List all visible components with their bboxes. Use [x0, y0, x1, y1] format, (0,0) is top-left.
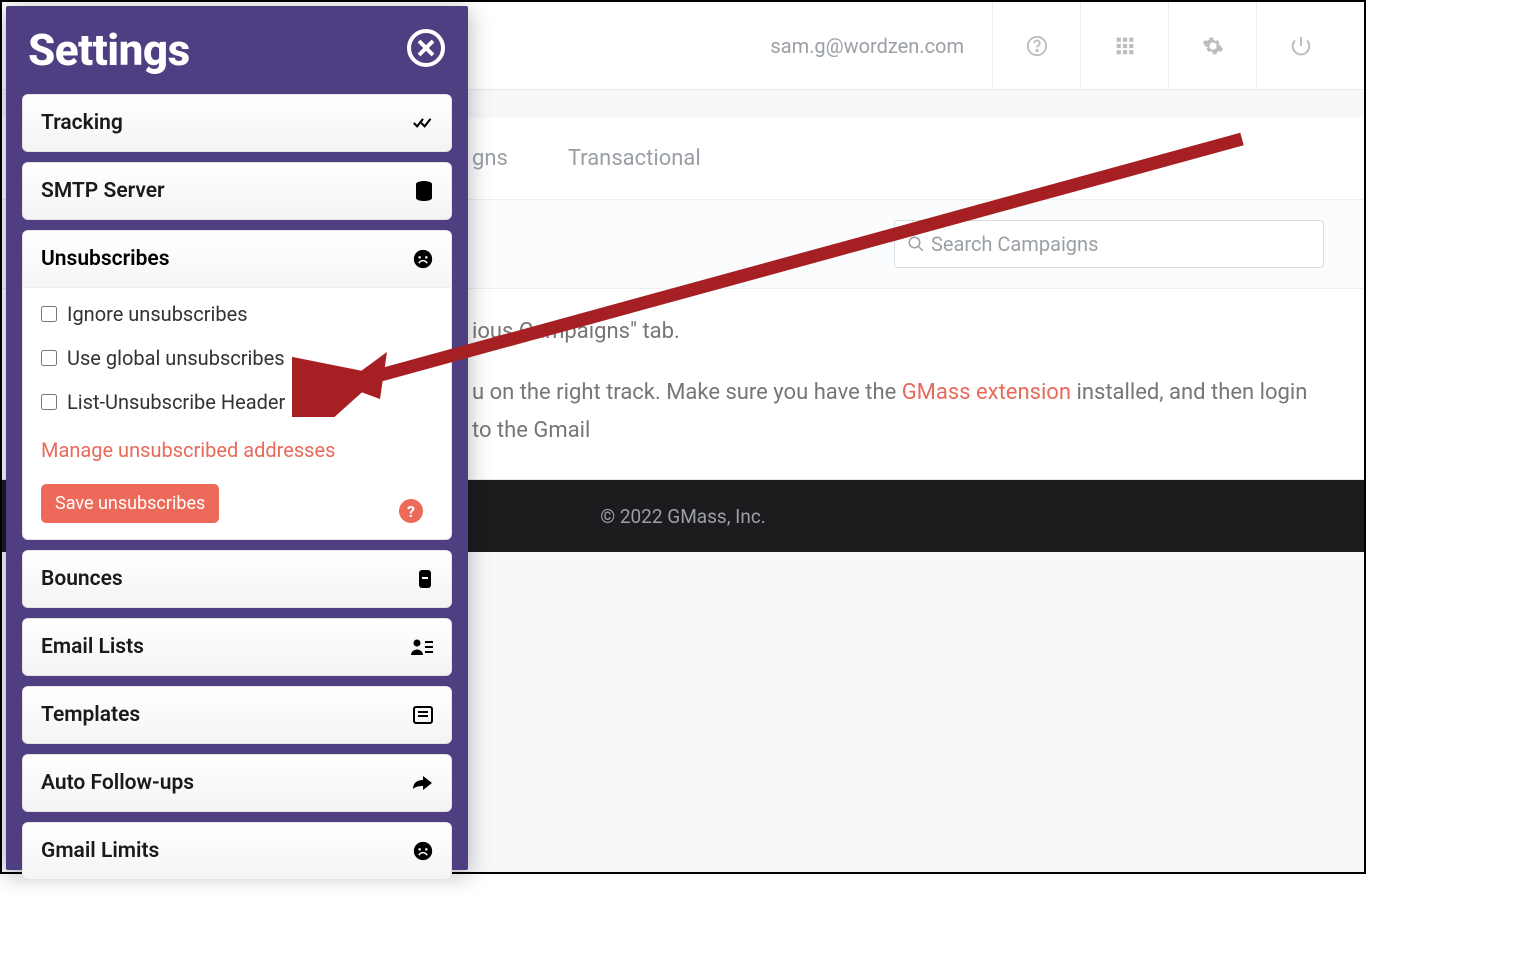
checkmarks-icon	[413, 116, 433, 130]
tab-transactional[interactable]: Transactional	[568, 146, 701, 171]
section-smtp[interactable]: SMTP Server	[22, 162, 452, 220]
body-line-1: ious Campaigns" tab.	[472, 313, 1324, 350]
template-icon	[413, 706, 433, 724]
section-auto-followups[interactable]: Auto Follow-ups	[22, 754, 452, 812]
section-unsubscribes: Unsubscribes Ignore unsubscribes Use glo…	[22, 230, 452, 540]
checkbox-input[interactable]	[41, 306, 57, 322]
body-line-2: u on the right track. Make sure you have…	[472, 374, 1324, 449]
user-list-icon	[411, 638, 433, 656]
panel-header: Settings	[22, 14, 452, 94]
manage-unsubscribed-link[interactable]: Manage unsubscribed addresses	[23, 420, 451, 472]
checkbox-list-unsubscribe-header[interactable]: List-Unsubscribe Header	[23, 376, 451, 420]
section-email-lists[interactable]: Email Lists	[22, 618, 452, 676]
gear-icon[interactable]	[1168, 2, 1256, 90]
settings-panel: Settings Tracking SMTP Server Unsubscrib…	[6, 6, 468, 870]
checkbox-input[interactable]	[41, 394, 57, 410]
section-gmail-limits[interactable]: Gmail Limits	[22, 822, 452, 880]
bounces-icon	[417, 569, 433, 589]
section-tracking[interactable]: Tracking	[22, 94, 452, 152]
user-email: sam.g@wordzen.com	[742, 34, 992, 58]
help-icon[interactable]	[992, 2, 1080, 90]
panel-title: Settings	[28, 24, 190, 76]
database-icon	[415, 181, 433, 201]
checkbox-global-unsubscribes[interactable]: Use global unsubscribes	[23, 332, 451, 376]
save-unsubscribes-button[interactable]: Save unsubscribes	[41, 484, 219, 523]
tab-campaigns-fragment[interactable]: gns	[472, 146, 508, 171]
section-unsubscribes-header[interactable]: Unsubscribes	[23, 231, 451, 288]
search-input[interactable]: Search Campaigns	[894, 220, 1324, 268]
section-bounces[interactable]: Bounces	[22, 550, 452, 608]
checkbox-ignore-unsubscribes[interactable]: Ignore unsubscribes	[23, 288, 451, 332]
apps-icon[interactable]	[1080, 2, 1168, 90]
power-icon[interactable]	[1256, 2, 1344, 90]
sad-face-icon	[413, 841, 433, 861]
gmass-extension-link[interactable]: GMass extension	[902, 380, 1071, 405]
section-templates[interactable]: Templates	[22, 686, 452, 744]
help-badge-icon[interactable]: ?	[399, 499, 423, 523]
checkbox-input[interactable]	[41, 350, 57, 366]
footer-text: © 2022 GMass, Inc.	[600, 505, 766, 528]
forward-icon	[411, 775, 433, 791]
close-icon[interactable]	[406, 28, 446, 72]
search-placeholder: Search Campaigns	[931, 232, 1098, 256]
sad-face-icon	[413, 249, 433, 269]
